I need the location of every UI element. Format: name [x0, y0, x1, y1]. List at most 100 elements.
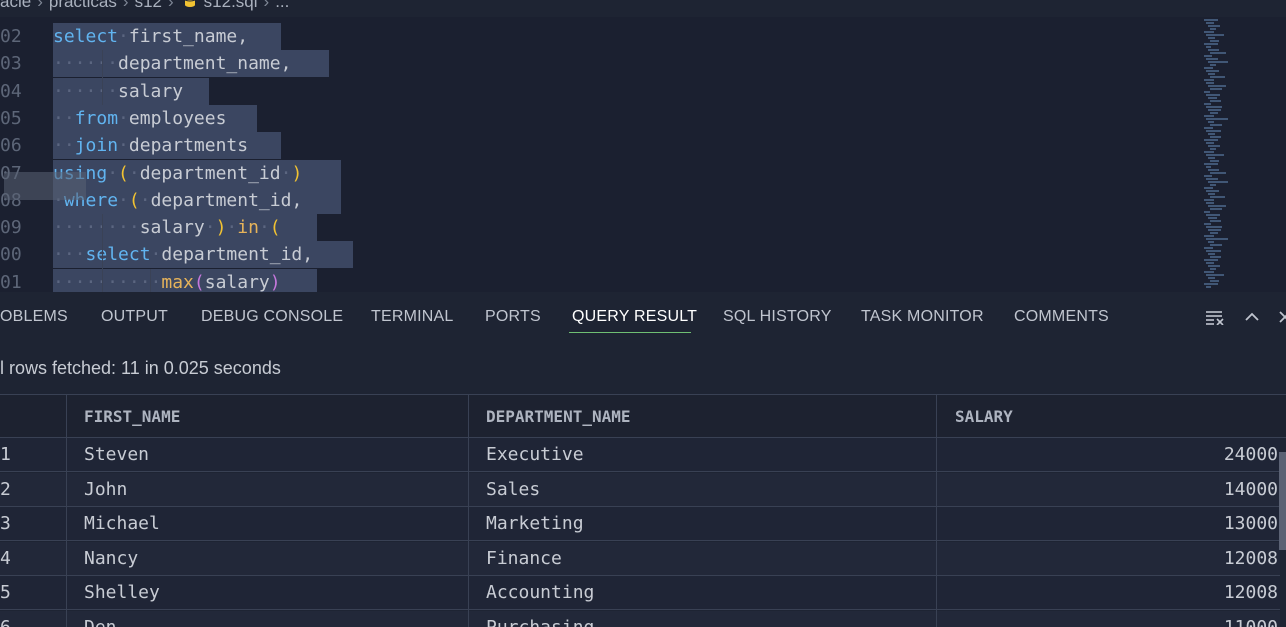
table-cell-salary[interactable]: 14000 [1224, 479, 1278, 500]
minimap-line [1206, 94, 1220, 96]
table-row[interactable]: 4 Nancy Finance 12008 [0, 541, 1280, 576]
minimap-line [1206, 82, 1214, 84]
minimap-line [1206, 58, 1218, 60]
table-cell-salary[interactable]: 12008 [1224, 582, 1278, 603]
minimap-line [1204, 187, 1213, 189]
code-editor[interactable]: 02030405060708090001 select·first_name,·… [0, 17, 1286, 292]
minimap-line [1206, 130, 1221, 132]
tab-ports[interactable]: PORTS [485, 308, 541, 326]
close-icon[interactable] [1276, 309, 1286, 325]
code-line[interactable]: ··········max(salary) [53, 269, 281, 292]
minimap-line [1208, 25, 1220, 27]
column-header-salary[interactable]: SALARY [955, 407, 1013, 426]
code-line[interactable]: ·where·(·department_id, [53, 187, 302, 214]
tab-output[interactable]: OUTPUT [101, 308, 168, 326]
table-cell-department-name[interactable]: Accounting [486, 582, 594, 603]
table-cell-first-name[interactable]: Steven [84, 444, 149, 465]
minimap-line [1210, 148, 1216, 150]
table-row[interactable]: 6 Den Purchasing 11000 [0, 610, 1280, 627]
breadcrumb-separator: › [37, 0, 43, 11]
query-status: l rows fetched: 11 in 0.025 seconds [0, 358, 281, 378]
tab-sql-history[interactable]: SQL HISTORY [723, 308, 832, 326]
table-cell-first-name[interactable]: Den [84, 617, 117, 627]
breadcrumb-item[interactable]: s12.sql [204, 0, 258, 11]
chevron-up-icon[interactable] [1242, 309, 1262, 325]
breadcrumb-item[interactable]: practicas [49, 0, 117, 11]
column-divider[interactable] [468, 394, 469, 627]
minimap[interactable] [1200, 17, 1286, 292]
code-line[interactable]: ···select·department_id, [53, 241, 313, 268]
minimap-line [1210, 232, 1218, 234]
minimap-line [1206, 106, 1222, 108]
table-cell-first-name[interactable]: John [84, 479, 127, 500]
code-line[interactable]: ··from·employees [53, 105, 226, 132]
minimap-line [1208, 229, 1221, 231]
code-token: department_id, [150, 189, 303, 211]
minimap-line [1210, 280, 1219, 282]
line-number: 00 [0, 244, 22, 266]
table-row[interactable]: 1 Steven Executive 24000 [0, 438, 1280, 472]
minimap-line [1206, 202, 1214, 204]
minimap-line [1210, 76, 1225, 78]
table-row[interactable]: 5 Shelley Accounting 12008 [0, 576, 1280, 610]
code-token: ( [118, 162, 129, 184]
code-token: in [237, 217, 259, 239]
table-cell-department-name[interactable]: Finance [486, 548, 562, 569]
table-cell-department-name[interactable]: Executive [486, 444, 584, 465]
column-header-department-name[interactable]: DEPARTMENT_NAME [486, 407, 631, 426]
line-number: 06 [0, 135, 22, 157]
tab-debug-console[interactable]: DEBUG CONSOLE [201, 308, 343, 326]
query-result-table[interactable]: FIRST_NAME DEPARTMENT_NAME SALARY 1 Steve… [0, 394, 1286, 627]
minimap-line [1204, 67, 1213, 69]
code-line[interactable]: ··join·departments [53, 132, 248, 159]
tab-terminal[interactable]: TERMINAL [371, 308, 454, 326]
breadcrumb-item[interactable]: ... [275, 0, 289, 11]
tab-problems[interactable]: OBLEMS [0, 308, 68, 326]
column-divider[interactable] [66, 394, 67, 627]
code-line[interactable]: ······salary [53, 78, 183, 105]
code-token: salary [139, 217, 205, 239]
active-tab-indicator [569, 332, 691, 333]
minimap-line [1204, 199, 1214, 201]
table-cell-department-name[interactable]: Marketing [486, 513, 584, 534]
table-cell-first-name[interactable]: Nancy [84, 548, 138, 569]
table-cell-first-name[interactable]: Michael [84, 513, 160, 534]
table-cell-department-name[interactable]: Sales [486, 479, 540, 500]
table-cell-salary[interactable]: 11000 [1224, 617, 1278, 627]
code-line[interactable]: select·first_name, [53, 23, 248, 50]
line-number: 04 [0, 80, 22, 102]
code-line[interactable]: using·(·department_id·) [53, 160, 302, 187]
line-number: 03 [0, 53, 22, 75]
clear-results-icon[interactable] [1205, 309, 1225, 325]
breadcrumb-item[interactable]: acle [0, 0, 31, 11]
minimap-viewport[interactable] [4, 172, 86, 200]
minimap-line [1210, 52, 1226, 54]
line-number-gutter: 02030405060708090001 [0, 17, 40, 292]
table-row[interactable]: 3 Michael Marketing 13000 [0, 507, 1280, 541]
code-token: departments [128, 135, 249, 157]
minimap-line [1204, 151, 1214, 153]
code-line[interactable]: ········salary·)·in·( [53, 214, 281, 241]
column-divider[interactable] [936, 394, 937, 627]
table-row[interactable]: 2 John Sales 14000 [0, 472, 1280, 507]
table-cell-salary[interactable]: 12008 [1224, 548, 1278, 569]
table-cell-department-name[interactable]: Purchasing [486, 617, 594, 627]
minimap-line [1210, 88, 1222, 90]
table-cell-salary[interactable]: 24000 [1224, 444, 1278, 465]
tab-query-result[interactable]: QUERY RESULT [572, 308, 697, 326]
minimap-line [1210, 208, 1222, 210]
tab-comments[interactable]: COMMENTS [1014, 308, 1109, 326]
table-cell-first-name[interactable]: Shelley [84, 582, 160, 603]
code-token: department_id, [161, 244, 314, 266]
table-cell-salary[interactable]: 13000 [1224, 513, 1278, 534]
minimap-line [1206, 226, 1222, 228]
code-token: from [74, 107, 119, 129]
breadcrumb-item[interactable]: s12 [135, 0, 162, 11]
minimap-line [1204, 175, 1212, 177]
table-scrollbar[interactable] [1279, 452, 1286, 550]
minimap-line [1210, 112, 1218, 114]
code-line[interactable]: ······department_name, [53, 50, 291, 77]
minimap-line [1206, 274, 1224, 276]
tab-task-monitor[interactable]: TASK MONITOR [861, 308, 984, 326]
column-header-first-name[interactable]: FIRST_NAME [84, 407, 180, 426]
